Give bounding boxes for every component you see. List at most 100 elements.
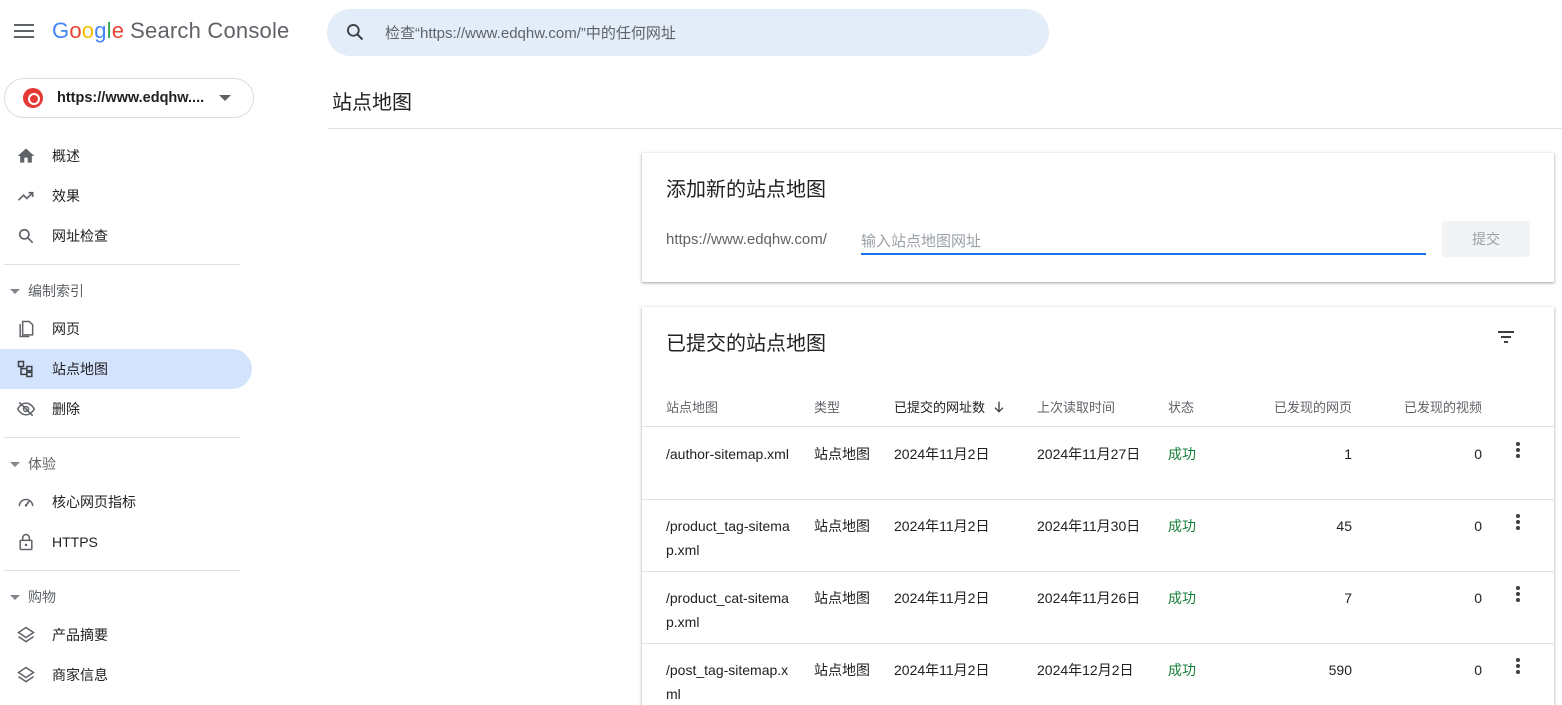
cell-sitemap: /post_tag-sitemap.xml bbox=[666, 662, 789, 702]
cell-type: 站点地图 bbox=[814, 662, 870, 678]
sidebar-item-label: 核心网页指标 bbox=[52, 494, 136, 510]
cell-type: 站点地图 bbox=[814, 446, 870, 462]
sidebar-item-removals[interactable]: 删除 bbox=[0, 389, 252, 429]
lock-icon bbox=[19, 533, 33, 551]
sidebar-item-label: HTTPS bbox=[52, 534, 98, 550]
layers-icon bbox=[17, 626, 35, 643]
sidebar-item-label: 效果 bbox=[52, 188, 80, 204]
cell-discovered-videos: 0 bbox=[1474, 446, 1482, 462]
sidebar-item-merchant-listings[interactable]: 商家信息 bbox=[0, 655, 252, 695]
table-row[interactable]: /product_cat-sitemap.xml 站点地图 2024年11月2日… bbox=[642, 572, 1554, 644]
column-header-submitted[interactable]: 已提交的网址数 bbox=[894, 397, 1007, 416]
cell-last-read: 2024年11月26日 bbox=[1037, 590, 1141, 606]
sidebar-item-label: 删除 bbox=[52, 401, 80, 417]
sidebar-item-https[interactable]: HTTPS bbox=[0, 522, 252, 562]
cell-last-read: 2024年11月27日 bbox=[1037, 446, 1141, 462]
logo-letter: g bbox=[94, 18, 107, 43]
cell-submitted: 2024年11月2日 bbox=[894, 446, 990, 462]
column-header-last-read[interactable]: 上次读取时间 bbox=[1037, 397, 1115, 416]
column-header-discovered-videos[interactable]: 已发现的视频 bbox=[1404, 397, 1482, 416]
add-sitemap-card: 添加新的站点地图 https://www.edqhw.com/ 提交 bbox=[642, 153, 1554, 282]
sidebar-item-performance[interactable]: 效果 bbox=[0, 176, 252, 216]
logo-letter: G bbox=[52, 18, 70, 43]
sidebar-item-label: 产品摘要 bbox=[52, 627, 108, 643]
submit-button[interactable]: 提交 bbox=[1442, 221, 1530, 257]
section-experience[interactable]: 体验 bbox=[0, 446, 256, 482]
more-vert-icon[interactable] bbox=[1506, 440, 1530, 464]
sidebar-divider bbox=[4, 264, 240, 265]
cell-sitemap: /product_cat-sitemap.xml bbox=[666, 590, 789, 630]
header-divider bbox=[328, 128, 1562, 129]
column-header-status[interactable]: 状态 bbox=[1168, 397, 1194, 416]
sidebar-item-product-snippets[interactable]: 产品摘要 bbox=[0, 615, 252, 655]
cell-last-read: 2024年12月2日 bbox=[1037, 662, 1134, 678]
property-url: https://www.edqhw.... bbox=[57, 90, 205, 106]
cell-type: 站点地图 bbox=[814, 518, 870, 534]
cell-status: 成功 bbox=[1168, 518, 1196, 534]
top-app-bar: Google Search Console bbox=[0, 0, 1562, 66]
sidebar-item-overview[interactable]: 概述 bbox=[0, 136, 252, 176]
sidebar-item-core-web-vitals[interactable]: 核心网页指标 bbox=[0, 482, 252, 522]
logo-letter: o bbox=[69, 18, 82, 43]
table-row[interactable]: /author-sitemap.xml 站点地图 2024年11月2日 2024… bbox=[642, 428, 1554, 500]
visibility-off-icon bbox=[16, 401, 36, 417]
table-row[interactable]: /product_tag-sitemap.xml 站点地图 2024年11月2日… bbox=[642, 500, 1554, 572]
section-indexing[interactable]: 编制索引 bbox=[0, 273, 256, 309]
trending-up-icon bbox=[17, 191, 34, 201]
search-icon bbox=[347, 24, 364, 41]
submitted-sitemaps-title: 已提交的站点地图 bbox=[666, 333, 826, 355]
cell-submitted: 2024年11月2日 bbox=[894, 518, 990, 534]
sitemap-icon bbox=[17, 360, 33, 378]
cell-discovered-pages: 45 bbox=[1336, 518, 1352, 534]
column-header-type[interactable]: 类型 bbox=[814, 397, 840, 416]
sidebar-item-label: 商家信息 bbox=[52, 667, 108, 683]
cell-discovered-videos: 0 bbox=[1474, 518, 1482, 534]
search-input[interactable] bbox=[385, 19, 1025, 47]
cell-discovered-videos: 0 bbox=[1474, 590, 1482, 606]
more-vert-icon[interactable] bbox=[1506, 512, 1530, 536]
cell-sitemap: /product_tag-sitemap.xml bbox=[666, 518, 790, 558]
table-header: 站点地图 类型 已提交的网址数 上次读取时间 状态 已发现的网页 已发现的视频 bbox=[642, 379, 1554, 427]
search-icon bbox=[18, 228, 34, 244]
logo-letter: e bbox=[111, 18, 125, 43]
cell-submitted: 2024年11月2日 bbox=[894, 590, 990, 606]
section-title: 编制索引 bbox=[28, 283, 84, 299]
dropdown-arrow-icon bbox=[219, 95, 231, 101]
inspect-url-search[interactable] bbox=[327, 9, 1049, 56]
table-row[interactable]: /post_tag-sitemap.xml 站点地图 2024年11月2日 20… bbox=[642, 644, 1554, 705]
sitemap-url-input[interactable] bbox=[861, 229, 1426, 255]
more-vert-icon[interactable] bbox=[1506, 584, 1530, 608]
sidebar-item-pages[interactable]: 网页 bbox=[0, 309, 252, 349]
cell-type: 站点地图 bbox=[814, 590, 870, 606]
section-title: 购物 bbox=[28, 589, 56, 605]
filter-icon[interactable] bbox=[1494, 325, 1518, 349]
arrow-down-icon bbox=[994, 401, 1004, 413]
speed-icon bbox=[18, 498, 34, 507]
url-prefix: https://www.edqhw.com/ bbox=[666, 231, 827, 248]
sidebar-divider bbox=[4, 570, 240, 571]
column-header-discovered-pages[interactable]: 已发现的网页 bbox=[1274, 397, 1352, 416]
sidebar-nav: 概述 效果 网址检查 编制索引 网页 站点地图 删除 体验 核心网页指标 HTT… bbox=[0, 136, 256, 695]
sidebar-item-label: 概述 bbox=[52, 148, 80, 164]
section-shopping[interactable]: 购物 bbox=[0, 579, 256, 615]
more-vert-icon[interactable] bbox=[1506, 656, 1530, 680]
cell-status: 成功 bbox=[1168, 446, 1196, 462]
menu-icon[interactable] bbox=[12, 20, 36, 44]
google-search-console-logo[interactable]: Google Search Console bbox=[52, 18, 290, 44]
page-title: 站点地图 bbox=[332, 92, 412, 114]
property-selector[interactable]: https://www.edqhw.... bbox=[4, 78, 254, 118]
sidebar-divider bbox=[4, 437, 240, 438]
collapse-arrow-icon bbox=[10, 595, 20, 600]
sidebar-item-sitemaps[interactable]: 站点地图 bbox=[0, 349, 252, 389]
column-header-label: 已提交的网址数 bbox=[894, 400, 986, 415]
home-icon bbox=[17, 148, 35, 163]
column-header-sitemap[interactable]: 站点地图 bbox=[666, 397, 718, 416]
add-sitemap-title: 添加新的站点地图 bbox=[666, 179, 826, 201]
layers-icon bbox=[17, 666, 35, 683]
logo-letter: o bbox=[81, 18, 95, 43]
cell-discovered-pages: 1 bbox=[1344, 446, 1352, 462]
cell-discovered-pages: 590 bbox=[1328, 662, 1352, 678]
sidebar-item-url-inspection[interactable]: 网址检查 bbox=[0, 216, 252, 256]
cell-status: 成功 bbox=[1168, 662, 1196, 678]
cell-discovered-pages: 7 bbox=[1344, 590, 1352, 606]
